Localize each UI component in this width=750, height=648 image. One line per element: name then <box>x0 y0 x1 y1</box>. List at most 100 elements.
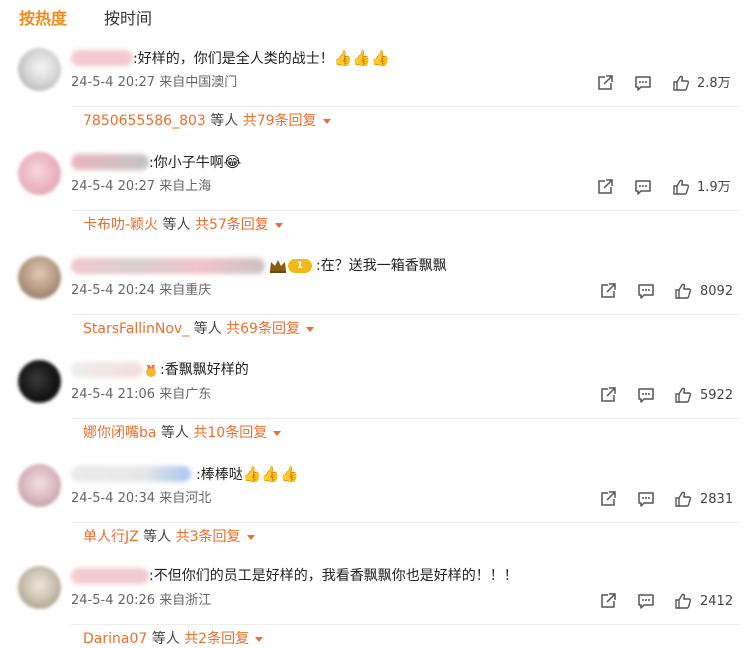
reply-username[interactable]: 娜你闭嘴ba <box>83 425 156 441</box>
reply-summary: StarsFallinNov_ 等人 共69条回复 <box>71 314 740 344</box>
fan-level-badge: 1 <box>288 259 312 273</box>
caret-down-icon[interactable] <box>246 534 255 540</box>
comment-source: 来自河北 <box>159 491 212 506</box>
medal-icon <box>142 363 160 377</box>
comment-item: :棒棒哒👍👍👍 24-5-4 20:34 来自河北 2831 单人行JZ 等人 … <box>0 464 750 568</box>
comment-body: :棒棒哒 <box>196 467 243 483</box>
avatar[interactable] <box>18 256 61 299</box>
thumbs-up-emoji: 👍👍👍 <box>333 49 390 67</box>
avatar[interactable] <box>18 464 61 507</box>
comment-meta: 24-5-4 20:26 来自浙江 <box>71 592 211 610</box>
comment-date: 24-5-4 20:34 <box>71 491 156 506</box>
caret-down-icon[interactable] <box>305 326 314 332</box>
share-out-icon[interactable] <box>596 178 614 196</box>
comment-source: 来自广东 <box>159 387 212 402</box>
reply-username[interactable]: 卡布叻-颖火 <box>83 217 158 233</box>
sort-tabs: 按热度 按时间 <box>0 0 750 40</box>
comment-bubble-icon[interactable] <box>637 386 655 404</box>
reply-username[interactable]: 单人行JZ <box>83 529 139 545</box>
thumbs-up-icon[interactable] <box>674 282 692 300</box>
comment-bubble-icon[interactable] <box>637 490 655 508</box>
crown-icon <box>269 258 287 273</box>
comment-text: :棒棒哒👍👍👍 <box>196 464 299 485</box>
comment-text: :不但你们的员工是好样的，我看香飘飘你也是好样的！！！ <box>149 566 518 586</box>
comment-body: :在？送我一箱香飘飘 <box>316 258 447 274</box>
reply-count-link[interactable]: 共79条回复 <box>243 113 317 129</box>
like-count: 2.8万 <box>697 76 731 91</box>
comment-source: 来自浙江 <box>159 593 212 608</box>
reply-count-link[interactable]: 共69条回复 <box>226 321 300 337</box>
username-blurred[interactable] <box>71 50 133 66</box>
comment-bubble-icon[interactable] <box>637 592 655 610</box>
tab-by-popularity[interactable]: 按热度 <box>19 8 67 30</box>
comment-item: :不但你们的员工是好样的，我看香飘飘你也是好样的！！！ 24-5-4 20:26… <box>0 566 750 648</box>
thumbs-up-icon[interactable] <box>674 386 692 404</box>
share-out-icon[interactable] <box>596 74 614 92</box>
username-blurred[interactable] <box>71 568 149 584</box>
reply-summary: 单人行JZ 等人 共3条回复 <box>71 522 740 552</box>
reply-username[interactable]: StarsFallinNov_ <box>83 321 189 337</box>
reply-summary: Darina07 等人 共2条回复 <box>71 624 740 648</box>
username-blurred[interactable] <box>71 362 143 378</box>
like-count: 1.9万 <box>697 180 731 195</box>
caret-down-icon[interactable] <box>273 430 282 436</box>
reply-count-link[interactable]: 共3条回复 <box>176 529 241 545</box>
comment-meta: 24-5-4 20:34 来自河北 <box>71 490 211 508</box>
caret-down-icon[interactable] <box>322 118 331 124</box>
comment-bubble-icon[interactable] <box>634 178 652 196</box>
reply-username[interactable]: 7850655586_803 <box>83 113 206 129</box>
share-out-icon[interactable] <box>599 282 617 300</box>
comment-body: :你小子牛啊 <box>149 155 224 171</box>
username-blurred[interactable] <box>71 154 149 170</box>
caret-down-icon[interactable] <box>255 636 264 642</box>
like-count: 2831 <box>700 492 734 507</box>
thumbs-up-icon[interactable] <box>672 74 690 92</box>
comment-body: :香飘飘好样的 <box>160 362 249 378</box>
avatar[interactable] <box>18 566 61 609</box>
comment-text: :你小子牛啊😂 <box>149 152 241 173</box>
comment-item: 1 :在？送我一箱香飘飘 24-5-4 20:24 来自重庆 8092 Star… <box>0 256 750 360</box>
like-count: 5922 <box>700 388 734 403</box>
comment-item: :好样的，你们是全人类的战士！👍👍👍 24-5-4 20:27 来自中国澳门 2… <box>0 48 750 152</box>
comment-date: 24-5-4 20:26 <box>71 593 156 608</box>
thumbs-up-icon[interactable] <box>674 490 692 508</box>
like-count: 2412 <box>700 594 734 609</box>
comment-date: 24-5-4 21:06 <box>71 387 156 402</box>
comment-meta: 24-5-4 20:24 来自重庆 <box>71 282 211 300</box>
reply-count-link[interactable]: 共10条回复 <box>193 425 267 441</box>
comment-item: :香飘飘好样的 24-5-4 21:06 来自广东 5922 娜你闭嘴ba 等人… <box>0 360 750 464</box>
comment-text: :在？送我一箱香飘飘 <box>316 256 447 276</box>
comment-body: :不但你们的员工是好样的，我看香飘飘你也是好样的！！！ <box>149 568 518 584</box>
thumbs-up-icon[interactable] <box>674 592 692 610</box>
comment-meta: 24-5-4 20:27 来自上海 <box>71 178 211 196</box>
caret-down-icon[interactable] <box>274 222 283 228</box>
share-out-icon[interactable] <box>599 592 617 610</box>
comment-source: 来自中国澳门 <box>159 75 238 90</box>
reply-count-link[interactable]: 共2条回复 <box>184 631 249 647</box>
comment-bubble-icon[interactable] <box>637 282 655 300</box>
reply-count-link[interactable]: 共57条回复 <box>195 217 269 233</box>
reply-summary: 7850655586_803 等人 共79条回复 <box>71 106 740 136</box>
comment-date: 24-5-4 20:27 <box>71 179 156 194</box>
reply-username[interactable]: Darina07 <box>83 631 147 647</box>
share-out-icon[interactable] <box>599 386 617 404</box>
comment-bubble-icon[interactable] <box>634 74 652 92</box>
reply-summary: 卡布叻-颖火 等人 共57条回复 <box>71 210 740 240</box>
thumbs-up-emoji: 👍👍👍 <box>242 465 299 483</box>
share-out-icon[interactable] <box>599 490 617 508</box>
comment-item: :你小子牛啊😂 24-5-4 20:27 来自上海 1.9万 卡布叻-颖火 等人… <box>0 152 750 256</box>
comment-source: 来自重庆 <box>159 283 212 298</box>
like-count: 8092 <box>700 284 734 299</box>
comment-meta: 24-5-4 21:06 来自广东 <box>71 386 211 404</box>
avatar[interactable] <box>18 152 61 195</box>
avatar[interactable] <box>18 360 61 403</box>
comment-text: :好样的，你们是全人类的战士！👍👍👍 <box>133 48 390 69</box>
thumbs-up-icon[interactable] <box>672 178 690 196</box>
tab-by-time[interactable]: 按时间 <box>104 8 152 30</box>
comment-meta: 24-5-4 20:27 来自中国澳门 <box>71 74 237 92</box>
avatar[interactable] <box>18 48 61 91</box>
username-blurred[interactable] <box>71 466 191 482</box>
comment-text: :香飘飘好样的 <box>160 360 249 380</box>
username-blurred[interactable] <box>71 258 265 274</box>
comment-source: 来自上海 <box>159 179 212 194</box>
